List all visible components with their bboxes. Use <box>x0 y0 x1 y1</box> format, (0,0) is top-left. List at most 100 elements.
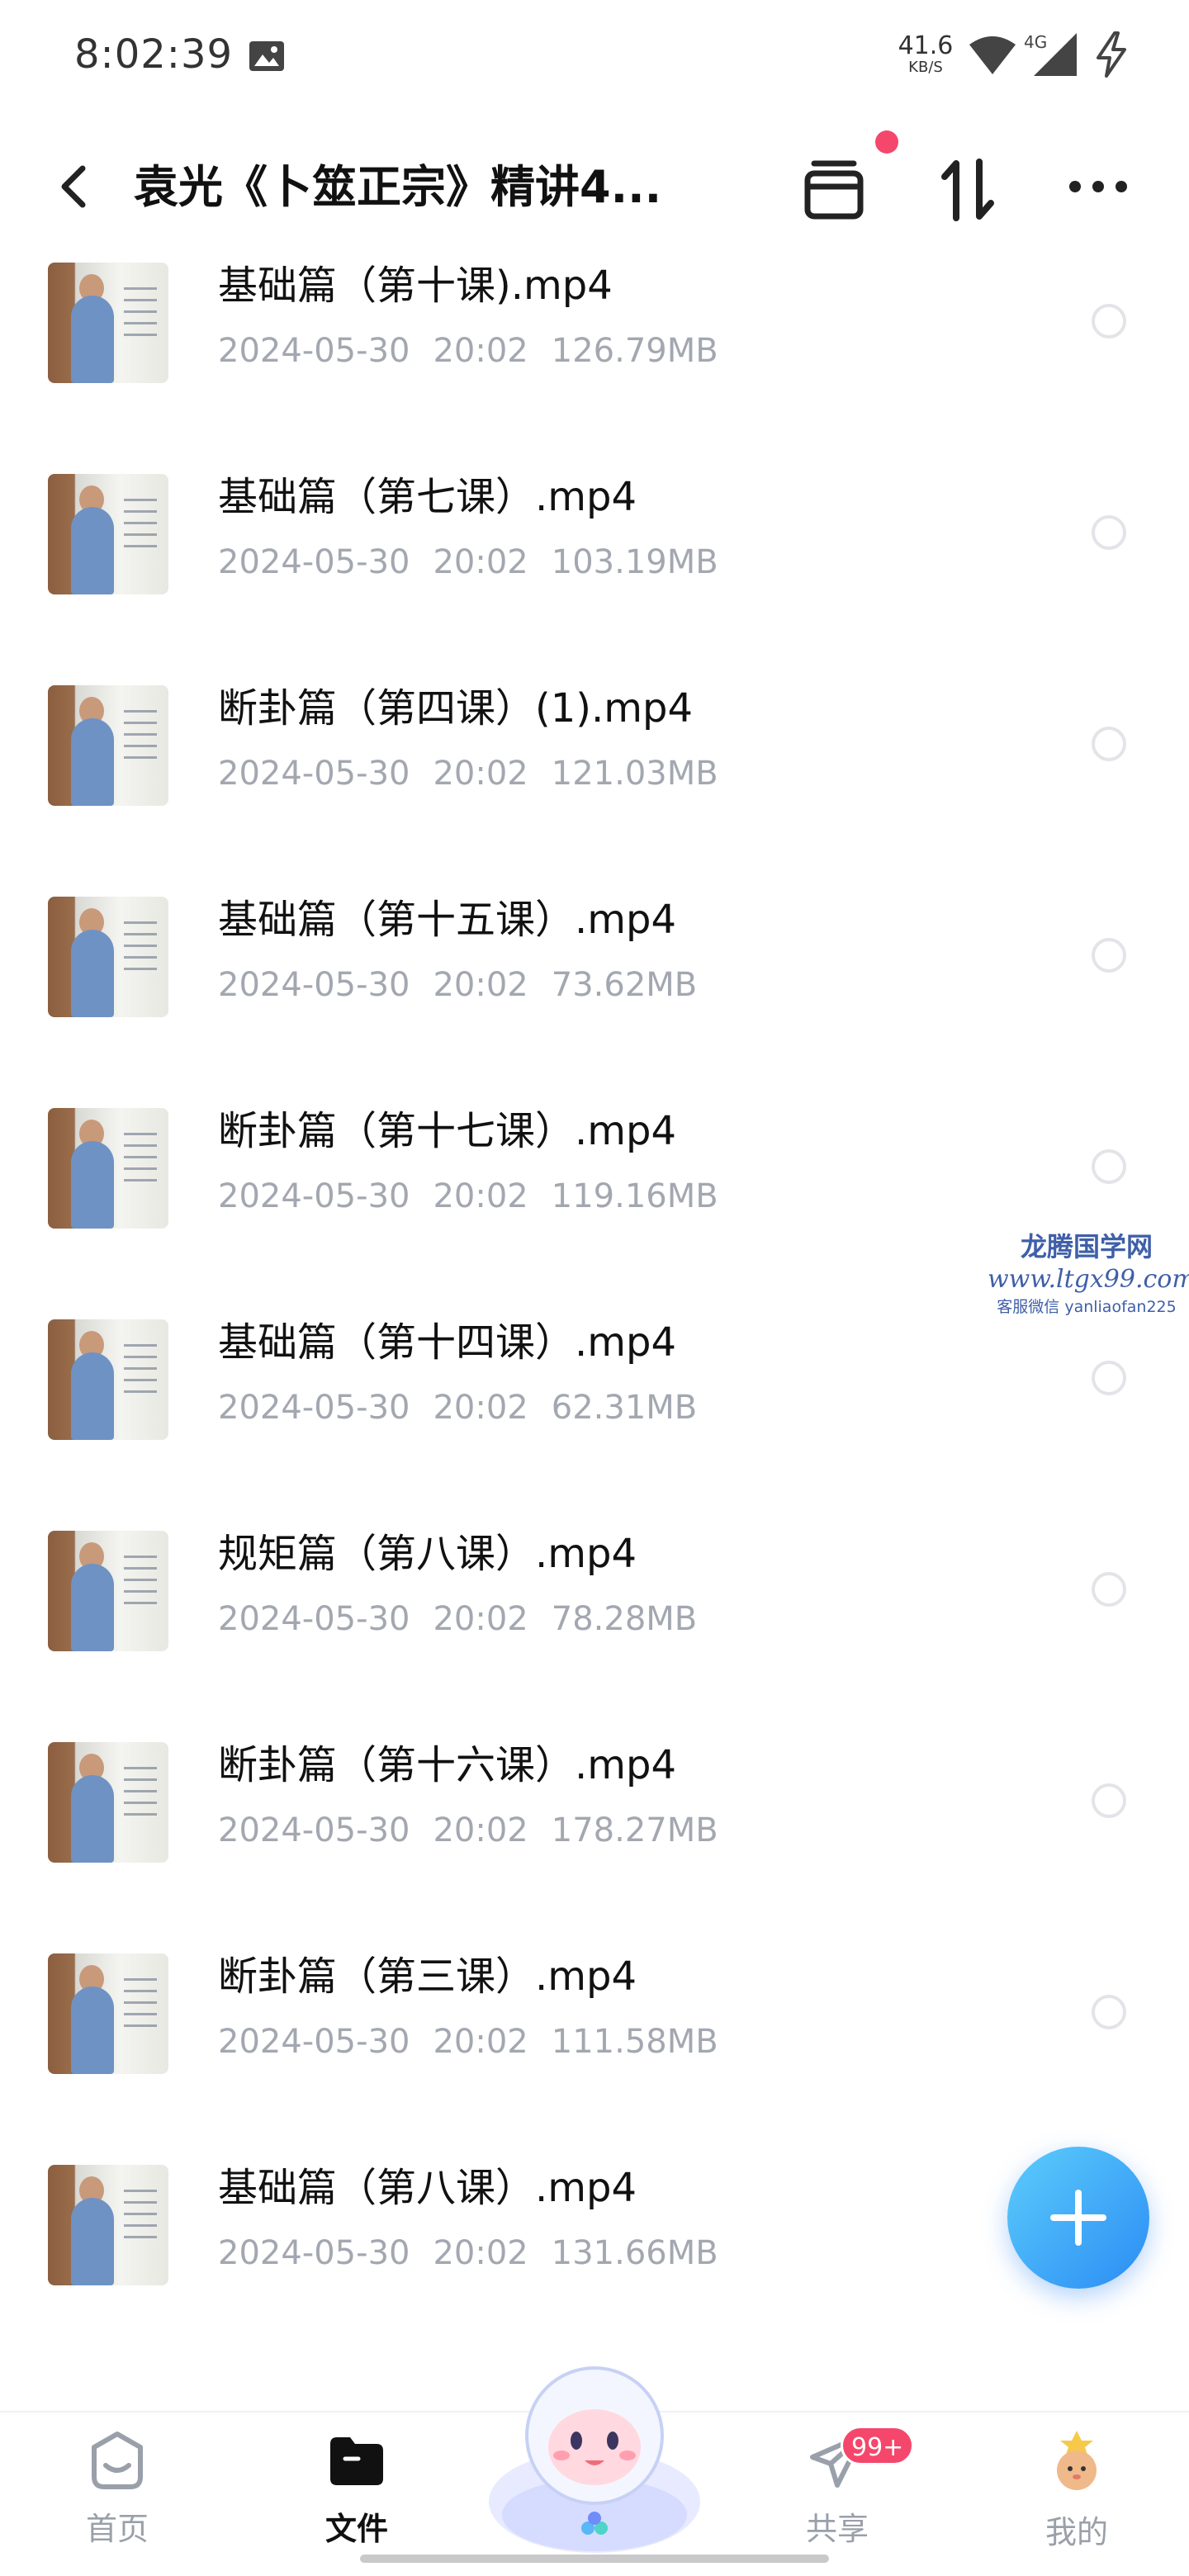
file-size: 178.27MB <box>551 1811 718 1849</box>
file-date: 2024-05-30 <box>218 1389 410 1427</box>
nav-label-files: 文件 <box>324 2511 388 2547</box>
file-date: 2024-05-30 <box>218 332 410 370</box>
file-date: 2024-05-30 <box>218 966 410 1004</box>
file-list-item[interactable]: 基础篇（第七课）.mp4 2024-05-30 20:02 103.19MB <box>0 451 1189 662</box>
select-checkbox[interactable] <box>1092 515 1126 550</box>
file-meta: 2024-05-30 20:02 178.27MB <box>218 1810 741 1851</box>
file-name: 基础篇（第七课）.mp4 <box>218 474 637 520</box>
file-size: 126.79MB <box>551 332 718 370</box>
file-size: 78.28MB <box>551 1600 698 1638</box>
file-meta: 2024-05-30 20:02 121.03MB <box>218 753 741 794</box>
file-date: 2024-05-30 <box>218 2023 410 2061</box>
file-time: 20:02 <box>433 2023 528 2061</box>
file-time: 20:02 <box>433 1177 528 1215</box>
file-meta: 2024-05-30 20:02 78.28MB <box>218 1598 720 1640</box>
file-name: 基础篇（第八课）.mp4 <box>218 2165 637 2211</box>
file-list-item[interactable]: 断卦篇（第三课）.mp4 2024-05-30 20:02 111.58MB <box>0 1930 1189 2142</box>
file-date: 2024-05-30 <box>218 755 410 793</box>
file-size: 119.16MB <box>551 1177 718 1215</box>
file-time: 20:02 <box>433 332 528 370</box>
file-name: 断卦篇（第三课）.mp4 <box>218 1953 637 2000</box>
file-size: 111.58MB <box>551 2023 718 2061</box>
select-checkbox[interactable] <box>1092 304 1126 339</box>
file-list-item[interactable]: 基础篇（第八课）.mp4 2024-05-30 20:02 131.66MB <box>0 2142 1189 2353</box>
share-badge: 99+ <box>841 2426 915 2465</box>
network-speed-value: 41.6 <box>898 31 954 60</box>
status-bar: 8:02:39 41.6 KB/S 4G <box>0 0 1189 107</box>
video-thumbnail <box>48 685 168 806</box>
archive-box-icon[interactable] <box>803 159 865 221</box>
network-speed: 41.6 KB/S <box>897 33 955 76</box>
nav-label-me: 我的 <box>1045 2514 1108 2550</box>
nav-label-share: 共享 <box>805 2511 869 2547</box>
file-size: 62.31MB <box>551 1389 698 1427</box>
sort-icon[interactable] <box>938 157 997 223</box>
network-type: 4G <box>1024 32 1047 52</box>
file-name: 规矩篇（第八课）.mp4 <box>218 1531 637 1577</box>
file-list-item[interactable]: 断卦篇（第四课）(1).mp4 2024-05-30 20:02 121.03MB <box>0 662 1189 874</box>
watermark-note: 客服微信 yanliaofan225 <box>997 1298 1177 1316</box>
video-thumbnail <box>48 2165 168 2285</box>
select-checkbox[interactable] <box>1092 727 1126 761</box>
select-checkbox[interactable] <box>1092 938 1126 973</box>
select-checkbox[interactable] <box>1092 1361 1126 1395</box>
mascot-icon[interactable] <box>479 2345 710 2559</box>
video-thumbnail <box>48 263 168 383</box>
file-size: 103.19MB <box>551 543 718 581</box>
file-time: 20:02 <box>433 2234 528 2272</box>
file-date: 2024-05-30 <box>218 543 410 581</box>
file-name: 基础篇（第十课).mp4 <box>218 263 613 309</box>
add-button[interactable] <box>1007 2147 1149 2289</box>
nav-label-home: 首页 <box>85 2511 149 2547</box>
file-time: 20:02 <box>433 543 528 581</box>
home-indicator <box>360 2555 829 2563</box>
plus-icon <box>1050 2190 1106 2246</box>
file-time: 20:02 <box>433 1811 528 1849</box>
file-list-item[interactable]: 基础篇（第十课).mp4 2024-05-30 20:02 126.79MB <box>0 239 1189 451</box>
file-date: 2024-05-30 <box>218 1177 410 1215</box>
cellular-signal-icon: 4G <box>1024 32 1077 76</box>
file-list-item[interactable]: 规矩篇（第八课）.mp4 2024-05-30 20:02 78.28MB <box>0 1508 1189 1719</box>
file-time: 20:02 <box>433 1600 528 1638</box>
file-list-item[interactable]: 基础篇（第十五课）.mp4 2024-05-30 20:02 73.62MB <box>0 874 1189 1085</box>
select-checkbox[interactable] <box>1092 1572 1126 1607</box>
nav-item-share[interactable]: 99+ 共享 <box>779 2426 915 2549</box>
avatar-icon <box>1057 2431 1097 2490</box>
file-list-item[interactable]: 基础篇（第十四课）.mp4 2024-05-30 20:02 62.31MB <box>0 1296 1189 1508</box>
watermark-title: 龙腾国学网 <box>1020 1231 1153 1262</box>
back-icon[interactable] <box>53 162 94 211</box>
nav-item-me[interactable]: 我的 <box>1019 2429 1135 2552</box>
file-date: 2024-05-30 <box>218 1600 410 1638</box>
file-size: 73.62MB <box>551 966 698 1004</box>
file-meta: 2024-05-30 20:02 103.19MB <box>218 542 741 583</box>
video-thumbnail <box>48 474 168 594</box>
watermark-url: www.ltgx99.com <box>988 1265 1189 1294</box>
file-meta: 2024-05-30 20:02 73.62MB <box>218 964 720 1006</box>
folder-icon <box>330 2437 383 2485</box>
video-thumbnail <box>48 1953 168 2074</box>
file-meta: 2024-05-30 20:02 131.66MB <box>218 2233 741 2274</box>
select-checkbox[interactable] <box>1092 1995 1126 2029</box>
file-name: 断卦篇（第四课）(1).mp4 <box>218 685 694 732</box>
charging-bolt-icon <box>1097 31 1126 78</box>
nav-item-files[interactable]: 文件 <box>299 2429 414 2549</box>
file-time: 20:02 <box>433 966 528 1004</box>
select-checkbox[interactable] <box>1092 1149 1126 1184</box>
nav-item-home[interactable]: 首页 <box>59 2429 175 2549</box>
video-thumbnail <box>48 1108 168 1229</box>
file-date: 2024-05-30 <box>218 1811 410 1849</box>
file-list-item[interactable]: 断卦篇（第十六课）.mp4 2024-05-30 20:02 178.27MB <box>0 1719 1189 1930</box>
video-thumbnail <box>48 1531 168 1651</box>
video-thumbnail <box>48 897 168 1017</box>
video-thumbnail <box>48 1742 168 1863</box>
select-checkbox[interactable] <box>1092 1783 1126 1818</box>
file-time: 20:02 <box>433 755 528 793</box>
video-thumbnail <box>48 1319 168 1440</box>
file-size: 131.66MB <box>551 2234 718 2272</box>
more-icon[interactable] <box>1065 170 1131 203</box>
notification-dot <box>875 130 898 154</box>
file-meta: 2024-05-30 20:02 126.79MB <box>218 330 741 372</box>
watermark: 龙腾国学网 www.ltgx99.com 客服微信 yanliaofan225 <box>988 1230 1189 1318</box>
file-name: 断卦篇（第十七课）.mp4 <box>218 1108 677 1154</box>
page-title: 袁光《卜筮正宗》精讲4... <box>134 161 662 213</box>
